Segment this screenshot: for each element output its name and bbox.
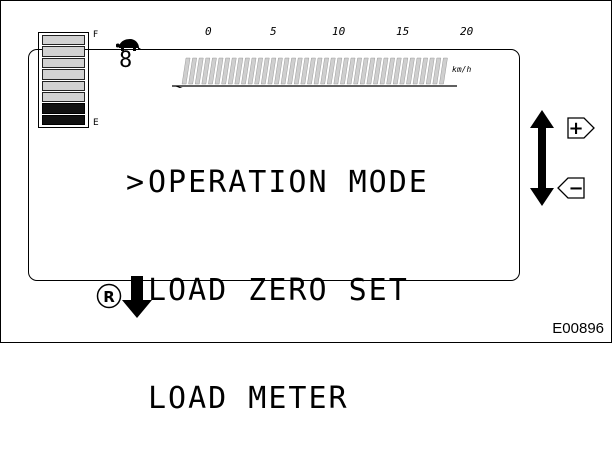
minus-icon: − — [568, 178, 583, 199]
speed-bar-segment — [359, 57, 369, 85]
speed-bar-segment — [333, 57, 343, 85]
speed-bar-segment — [227, 57, 237, 85]
menu-item-operation-mode[interactable]: >OPERATION MODE — [126, 165, 429, 201]
figure-code: E00896 — [552, 320, 604, 337]
speed-bar-segment — [307, 57, 316, 85]
fuel-empty-label: E — [93, 118, 99, 128]
fuel-segment — [42, 57, 85, 69]
fuel-segment — [42, 80, 85, 91]
speed-bar-segment — [432, 57, 442, 85]
fuel-segment — [42, 91, 85, 103]
plus-icon: + — [568, 118, 583, 139]
fuel-gauge — [38, 32, 89, 128]
speed-tick: 15 — [396, 25, 410, 38]
fuel-segment — [42, 103, 85, 114]
menu-item-label: LOAD METER — [148, 381, 349, 416]
minus-button[interactable]: − — [557, 177, 585, 199]
speed-bar-segment — [326, 57, 336, 85]
menu-cursor: > — [126, 165, 147, 200]
speed-bar-segment — [313, 57, 323, 85]
speed-bar-segment — [260, 57, 270, 85]
plus-button[interactable]: + — [567, 117, 595, 139]
speed-bar-segment — [181, 57, 191, 85]
speed-bar-segment — [412, 57, 422, 85]
speed-bar-segment — [214, 57, 224, 85]
speed-bar-segment — [439, 57, 448, 85]
reset-button-label: R — [103, 288, 115, 306]
speed-tick: 20 — [460, 25, 474, 38]
speed-bar-segment — [373, 57, 382, 85]
speed-bar-segment — [346, 57, 356, 85]
fuel-segment — [42, 69, 85, 80]
speed-bar-segment — [247, 57, 257, 85]
speed-bar-segment — [366, 57, 376, 85]
speed-bar-segment — [340, 57, 349, 85]
speed-bar-segment — [399, 57, 409, 85]
speed-bar — [172, 57, 457, 88]
speed-tick: 10 — [332, 25, 346, 38]
scroll-controls: + − — [530, 110, 595, 206]
speed-bar-segment — [386, 57, 395, 85]
speed-bar-segment — [379, 57, 389, 85]
speed-tick: 0 — [205, 25, 212, 38]
speed-bar-segment — [194, 57, 204, 85]
up-down-arrow-icon — [530, 110, 554, 206]
fuel-segment — [42, 46, 85, 57]
reset-control: R — [96, 276, 152, 318]
speed-bar-segment — [241, 57, 250, 85]
speed-bar-segment — [201, 57, 211, 85]
fuel-segment — [42, 35, 85, 46]
speed-bar-segment — [419, 57, 428, 85]
speed-bar-segment — [208, 57, 217, 85]
down-arrow-icon — [122, 276, 152, 318]
speed-bar-segment — [353, 57, 362, 85]
speed-bar-segment — [188, 57, 197, 85]
speed-bar-segment — [254, 57, 263, 85]
speed-bar-segment — [234, 57, 244, 85]
speed-bar-segment — [221, 57, 230, 85]
speed-bar-segment — [425, 57, 435, 85]
menu-item-load-meter[interactable]: LOAD METER — [126, 381, 429, 417]
menu-list: >OPERATION MODE LOAD ZERO SET LOAD METER — [126, 93, 429, 453]
speed-bar-segment — [280, 57, 290, 85]
speed-tick: 5 — [270, 25, 277, 38]
speed-bar-segment — [300, 57, 310, 85]
speed-bar-segment — [274, 57, 283, 85]
gear-indicator: 8 — [119, 48, 133, 73]
fuel-segment — [42, 114, 85, 125]
speed-bar-segment — [293, 57, 303, 85]
reset-button[interactable]: R — [96, 283, 122, 309]
speed-bar-segment — [267, 57, 277, 85]
menu-item-load-zero-set[interactable]: LOAD ZERO SET — [126, 273, 429, 309]
speed-bar-segment — [392, 57, 402, 85]
menu-item-label: LOAD ZERO SET — [148, 273, 409, 308]
menu-item-label: OPERATION MODE — [148, 165, 429, 200]
speed-unit: km/h — [452, 65, 472, 74]
speed-bar-segment — [406, 57, 415, 85]
fuel-full-label: F — [93, 30, 99, 40]
speed-bar-segment — [320, 57, 329, 85]
speed-bar-segment — [287, 57, 296, 85]
